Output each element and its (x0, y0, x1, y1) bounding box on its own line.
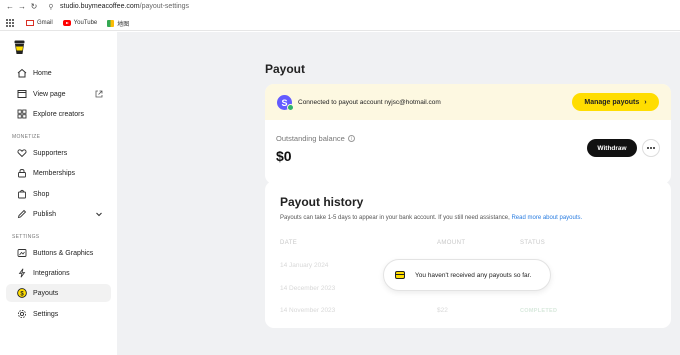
grid-icon (17, 109, 27, 119)
bookmark-label: Gmail (37, 20, 53, 26)
page-icon (17, 89, 27, 99)
sidebar-item-integrations[interactable]: Integrations (6, 264, 111, 282)
more-options-icon[interactable] (642, 139, 660, 157)
sidebar-item-shop[interactable]: Shop (6, 185, 111, 203)
bookmark-youtube[interactable]: YouTube (62, 20, 98, 26)
sidebar-item-label: Explore creators (33, 110, 84, 118)
withdraw-button[interactable]: Withdraw (587, 139, 637, 157)
back-arrow-icon[interactable]: ← (4, 2, 16, 11)
column-header-amount: AMOUNT (437, 240, 466, 246)
payout-history-card: Payout history Payouts can take 1-5 days… (265, 181, 671, 328)
sidebar-item-label: Memberships (33, 169, 76, 177)
row-status: COMPLETED (520, 308, 558, 314)
empty-payouts-toast: You haven't received any payouts so far. (383, 259, 551, 291)
row-date: 14 January 2024 (280, 262, 329, 269)
pen-icon (17, 209, 27, 219)
sidebar-item-settings[interactable]: Settings (6, 305, 111, 323)
chevron-down-icon[interactable] (95, 210, 103, 218)
sidebar-item-label: Supporters (33, 149, 68, 157)
bolt-icon (17, 268, 27, 278)
url-field[interactable]: studio.buymeacoffee.com/payout-settings (60, 3, 189, 10)
gmail-icon (26, 20, 34, 26)
url-host: studio.buymeacoffee.com (60, 3, 140, 10)
graphics-icon (17, 248, 27, 258)
sidebar-item-label: Home (33, 69, 52, 77)
history-title: Payout history (280, 195, 364, 209)
main-content: Payout S Connected to payout account nyj… (117, 32, 680, 355)
address-bar-row: ← → ↻ ⚲ studio.buymeacoffee.com/payout-s… (0, 0, 680, 13)
check-badge-icon (287, 104, 294, 111)
balance-label-row: Outstanding balance i (276, 134, 355, 143)
credit-card-icon (395, 271, 405, 279)
connected-account-text: Connected to payout account nyjsc@hotmai… (298, 99, 441, 106)
sidebar-item-buttons-graphics[interactable]: Buttons & Graphics (6, 244, 111, 262)
sidebar-item-publish[interactable]: Publish (6, 205, 111, 223)
dollar-icon: $ (17, 288, 27, 298)
section-monetize: MONETIZE (12, 134, 41, 140)
manage-payouts-label: Manage payouts (584, 98, 640, 106)
balance-amount: $0 (276, 148, 292, 164)
info-icon[interactable]: i (347, 135, 355, 142)
heart-icon (17, 148, 27, 158)
url-path: /payout-settings (139, 3, 190, 10)
web-icon (107, 19, 115, 27)
sidebar-item-view-page[interactable]: View page (6, 85, 111, 103)
history-subtitle-text: Payouts can take 1-5 days to appear in y… (280, 215, 512, 221)
payout-account-banner: S Connected to payout account nyjsc@hotm… (265, 84, 671, 120)
bag-icon (17, 189, 27, 199)
sidebar-item-label: Shop (33, 190, 50, 198)
bookmark-gmail[interactable]: Gmail (26, 20, 53, 26)
buymeacoffee-logo-icon[interactable] (14, 40, 25, 55)
section-settings: SETTINGS (12, 234, 40, 240)
row-date: 14 November 2023 (280, 307, 336, 314)
read-more-link[interactable]: Read more about payouts. (511, 215, 582, 221)
sidebar-item-explore-creators[interactable]: Explore creators (6, 105, 111, 123)
row-date: 14 December 2023 (280, 285, 336, 292)
bookmark-label: YouTube (73, 20, 98, 26)
row-amount: $22 (437, 307, 448, 314)
payout-card: S Connected to payout account nyjsc@hotm… (265, 84, 671, 184)
home-icon (17, 68, 27, 78)
youtube-icon (62, 20, 71, 26)
reload-icon[interactable]: ↻ (28, 2, 40, 11)
sidebar-item-label: Payouts (33, 289, 59, 297)
sidebar-item-label: Settings (33, 310, 59, 318)
sidebar-item-label: View page (33, 90, 66, 98)
bookmark-maps[interactable]: 地图 (107, 19, 129, 28)
gear-icon (17, 309, 27, 319)
page-title: Payout (265, 62, 306, 76)
sidebar-item-label: Buttons & Graphics (33, 249, 94, 257)
forward-arrow-icon[interactable]: → (16, 2, 28, 11)
column-header-status: STATUS (520, 240, 546, 246)
sidebar-item-label: Publish (33, 210, 56, 218)
bookmark-label: 地图 (117, 21, 130, 28)
sidebar-item-payouts[interactable]: $ Payouts (6, 284, 111, 302)
manage-payouts-button[interactable]: Manage payouts › (572, 93, 659, 111)
lock-icon (17, 168, 27, 178)
column-header-date: DATE (280, 240, 298, 246)
sidebar-item-memberships[interactable]: Memberships (6, 164, 111, 182)
site-settings-icon[interactable]: ⚲ (46, 3, 56, 11)
sidebar-item-label: Integrations (33, 269, 70, 277)
external-link-icon[interactable] (95, 90, 103, 98)
sidebar-item-home[interactable]: Home (6, 64, 111, 82)
apps-grid-icon[interactable] (6, 19, 14, 27)
sidebar-item-supporters[interactable]: Supporters (6, 144, 111, 162)
chevron-right-icon: › (644, 98, 647, 106)
toast-message: You haven't received any payouts so far. (415, 271, 532, 279)
bookmarks-bar: Gmail YouTube 地图 (0, 16, 680, 31)
sidebar: Home View page Explore creators MONETIZE… (0, 32, 117, 355)
history-subtitle: Payouts can take 1-5 days to appear in y… (280, 215, 582, 221)
balance-label: Outstanding balance (276, 134, 345, 143)
